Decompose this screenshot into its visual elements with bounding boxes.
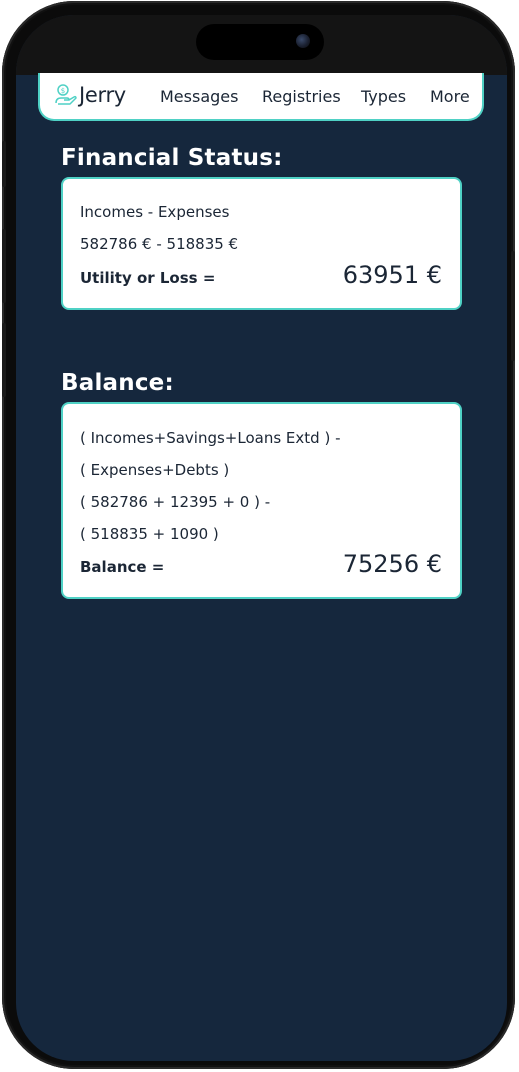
svg-text:$: $ [61,87,65,95]
nav-item-registries[interactable]: Registries [262,87,341,106]
financial-status-card: Incomes - Expenses 582786 € - 518835 € U… [61,177,462,310]
dynamic-island [196,24,324,60]
volume-down-button [2,323,6,397]
balance-formula-line1: ( Incomes+Savings+Loans Extd ) - [80,429,341,447]
financial-values: 582786 € - 518835 € [80,235,239,253]
money-hand-icon: $ [55,84,77,105]
silent-switch [2,141,6,187]
nav-item-messages[interactable]: Messages [160,87,238,106]
balance-value: 75256 € [342,550,442,578]
top-navbar: $ Jerry Messages Registries Types More [38,73,484,121]
phone-screen: $ Jerry Messages Registries Types More F… [16,15,507,1061]
balance-card: ( Incomes+Savings+Loans Extd ) - ( Expen… [61,402,462,599]
balance-values-line2: ( 518835 + 1090 ) [80,525,219,543]
balance-formula-line2: ( Expenses+Debts ) [80,461,230,479]
brand-logo[interactable]: $ Jerry [54,83,126,107]
phone-frame: $ Jerry Messages Registries Types More F… [2,1,515,1069]
utility-label: Utility or Loss = [80,269,216,287]
brand-name: Jerry [79,83,126,107]
balance-title: Balance: [61,370,174,396]
utility-value: 63951 € [342,261,442,289]
nav-item-more[interactable]: More [430,87,470,106]
nav-item-types[interactable]: Types [361,87,406,106]
financial-formula: Incomes - Expenses [80,203,230,221]
power-button [511,251,515,361]
balance-values-line1: ( 582786 + 12395 + 0 ) - [80,493,271,511]
status-bar [16,15,507,75]
camera-icon [296,34,310,48]
financial-status-title: Financial Status: [61,145,283,171]
balance-label: Balance = [80,558,165,576]
volume-up-button [2,229,6,303]
